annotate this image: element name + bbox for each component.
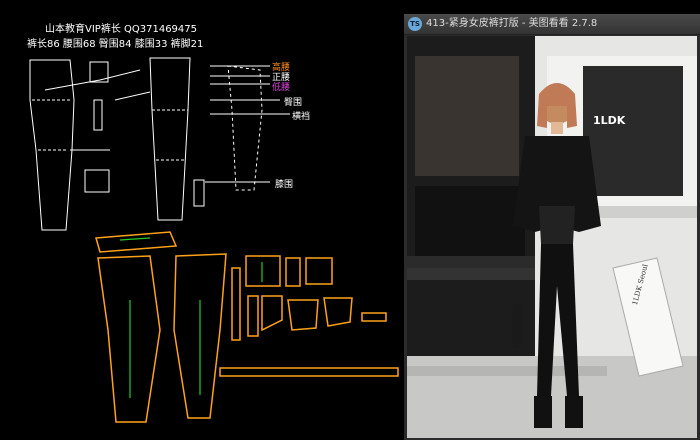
photo-illustration xyxy=(407,36,697,438)
label-knee: 膝围 xyxy=(275,180,294,190)
tab-sketch xyxy=(93,99,103,131)
long-strip-piece xyxy=(219,367,399,377)
waistband-piece xyxy=(95,231,178,253)
pattern-drawing xyxy=(29,57,399,423)
label-crotch: 横裆 xyxy=(292,112,311,122)
fashion-photo: 1LDK 1LDK Seoul xyxy=(407,36,697,438)
belt-loop-piece xyxy=(361,312,387,322)
coin-pocket xyxy=(285,257,301,287)
app-icon: TS xyxy=(408,17,422,31)
back-pocket xyxy=(305,257,333,285)
hem-sketch xyxy=(193,179,205,207)
dash-leg-outline xyxy=(227,65,263,191)
pocket-curve-2 xyxy=(287,299,319,331)
pocket-curve-1 xyxy=(261,295,283,332)
grain-line-waistband xyxy=(119,237,151,241)
small-facing xyxy=(247,295,259,337)
back-leg-seam xyxy=(152,109,188,161)
front-pocket-bag xyxy=(245,255,281,287)
front-leg-seam xyxy=(32,99,70,151)
image-viewer-window[interactable]: TS 413-紧身女皮裤打版 - 美图看看 2.7.8 1LDK 1LDK Se… xyxy=(404,14,700,440)
facing-strip xyxy=(231,267,241,341)
store-sign: 1LDK xyxy=(593,114,626,127)
label-low-waist: 低腰 xyxy=(272,83,291,93)
pocket-curve-3 xyxy=(323,297,353,327)
viewer-titlebar[interactable]: TS 413-紧身女皮裤打版 - 美图看看 2.7.8 xyxy=(404,14,700,35)
window-title: 413-紧身女皮裤打版 - 美图看看 2.7.8 xyxy=(426,18,598,29)
pocket-sketch-2 xyxy=(84,169,110,193)
front-pant-piece xyxy=(97,255,161,423)
label-hip: 臀围 xyxy=(284,98,303,108)
cad-canvas: 山本教育VIP裤长 QQ371469475 裤长86 腰围68 臀围84 膝围3… xyxy=(0,0,404,440)
back-leg-sketch xyxy=(149,57,191,221)
